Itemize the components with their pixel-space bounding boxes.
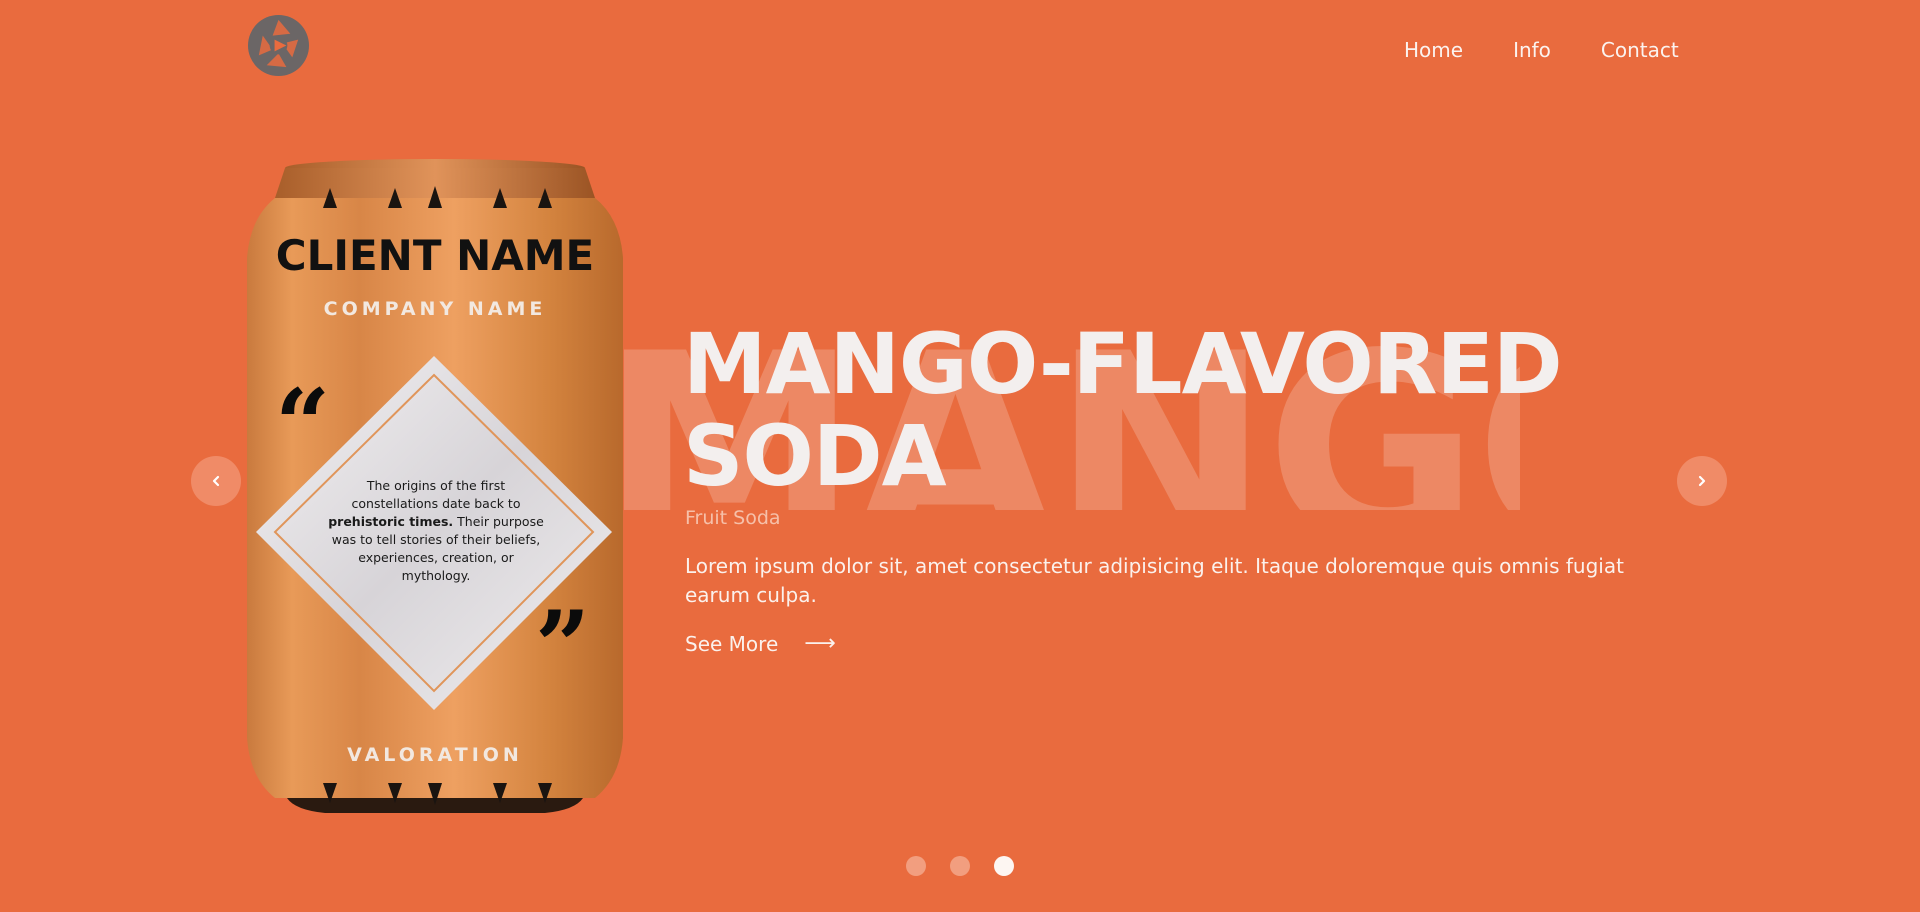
slider-pagination (906, 856, 1014, 876)
brand-logo[interactable] (247, 14, 310, 77)
slider-prev-button[interactable] (191, 456, 241, 506)
nav-contact[interactable]: Contact (1601, 38, 1679, 62)
quote-line: experiences, creation, or (358, 550, 514, 565)
see-more-link[interactable]: See More ⟶ (685, 631, 836, 656)
see-more-label: See More (685, 631, 779, 656)
chevron-left-icon (212, 475, 220, 487)
quote-line: was to tell stories of their beliefs, (332, 532, 541, 547)
nav-info[interactable]: Info (1513, 38, 1551, 62)
quote-line: mythology. (402, 568, 471, 583)
slider-dot-1[interactable] (906, 856, 926, 876)
hero-title-line2: SODA (683, 407, 947, 505)
quote-line: Their purpose (456, 514, 544, 529)
soda-can-illustration: CLIENT NAME COMPANY NAME “ ” The origins… (247, 159, 623, 813)
can-bottom-label: VALORATION (347, 744, 523, 766)
quote-line: prehistoric times. Their purpose (328, 514, 544, 529)
open-quote-icon: “ (275, 368, 330, 481)
arrow-right-icon: ⟶ (804, 631, 836, 656)
quote-line: constellations date back to (352, 496, 521, 511)
main-nav: Home Info Contact (1404, 38, 1679, 62)
nav-home[interactable]: Home (1404, 38, 1463, 62)
slider-dot-2[interactable] (950, 856, 970, 876)
quote-line: The origins of the first (366, 478, 505, 493)
slider-next-button[interactable] (1677, 456, 1727, 506)
soda-can-image: CLIENT NAME COMPANY NAME “ ” The origins… (245, 158, 625, 818)
hero-title: MANGO-FLAVORED SODA (683, 315, 1563, 505)
close-quote-icon: ” (535, 590, 590, 703)
hero-subtitle: Fruit Soda (685, 507, 781, 529)
can-company-name: COMPANY NAME (324, 298, 547, 320)
can-client-name: CLIENT NAME (276, 231, 594, 280)
slider-dot-3[interactable] (994, 856, 1014, 876)
hero-description: Lorem ipsum dolor sit, amet consectetur … (685, 554, 1624, 607)
camera-aperture-icon (247, 14, 310, 77)
quote-bold: prehistoric times. (328, 514, 453, 529)
hero-title-line1: MANGO-FLAVORED (683, 315, 1563, 413)
chevron-right-icon (1698, 475, 1706, 487)
